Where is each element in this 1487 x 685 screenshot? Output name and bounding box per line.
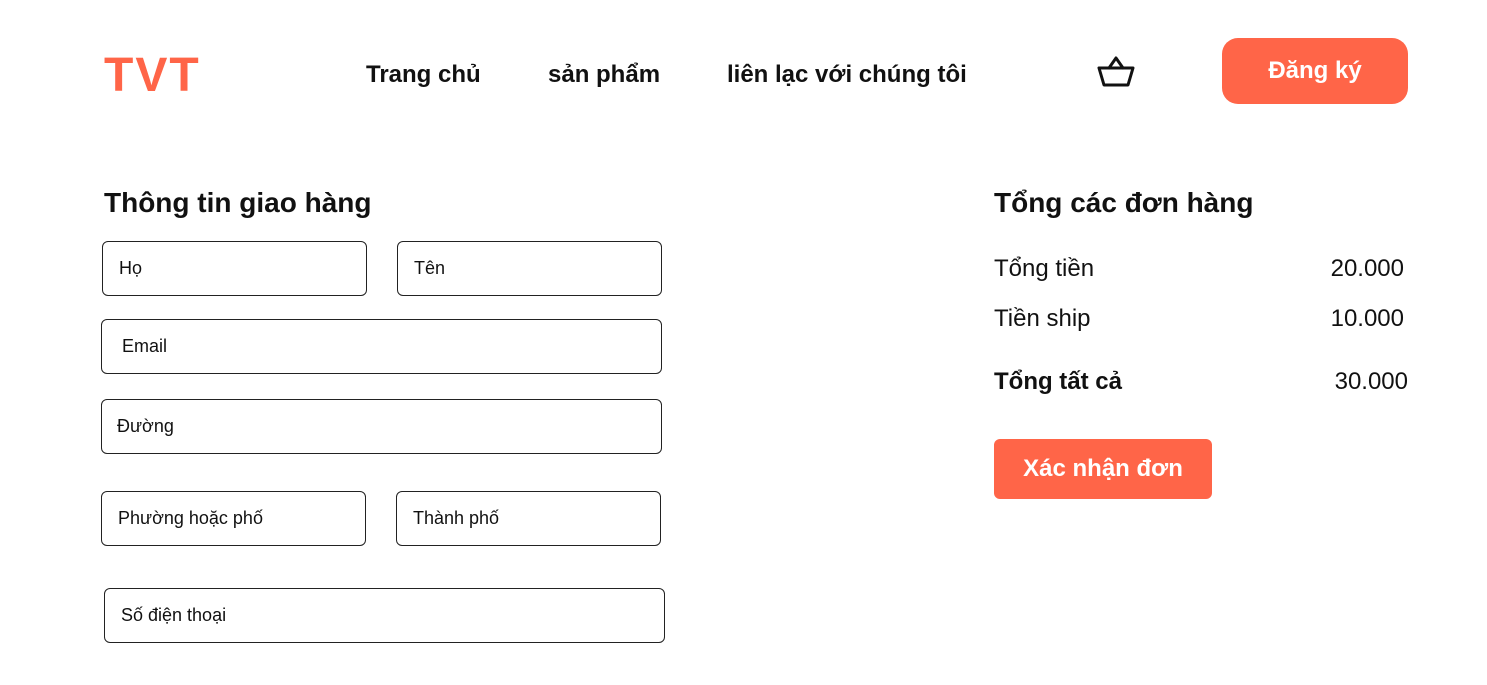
street-field[interactable]: Đường xyxy=(101,399,662,454)
confirm-order-button[interactable]: Xác nhận đơn xyxy=(994,439,1212,499)
nav-link-products[interactable]: sản phẩm xyxy=(548,60,660,90)
total-label: Tổng tất cả xyxy=(994,368,1123,395)
nav-link-home[interactable]: Trang chủ xyxy=(366,60,481,90)
shipping-fee-label: Tiền ship xyxy=(994,305,1091,332)
signup-button[interactable]: Đăng ký xyxy=(1222,38,1408,104)
ward-field[interactable]: Phường hoặc phố xyxy=(101,491,366,546)
city-field[interactable]: Thành phố xyxy=(396,491,661,546)
subtotal-value: 20.000 xyxy=(1330,255,1404,282)
last-name-field[interactable]: Họ xyxy=(102,241,367,296)
subtotal-label: Tổng tiền xyxy=(994,255,1095,282)
first-name-field[interactable]: Tên xyxy=(397,241,662,296)
basket-icon[interactable] xyxy=(1096,54,1136,90)
logo[interactable]: TVT xyxy=(104,50,201,102)
shipping-title: Thông tin giao hàng xyxy=(104,187,372,218)
total-value: 30.000 xyxy=(1334,368,1408,395)
shipping-fee-value: 10.000 xyxy=(1330,305,1404,332)
email-field[interactable]: Email xyxy=(101,319,662,374)
phone-field[interactable]: Số điện thoại xyxy=(104,588,665,643)
summary-title: Tổng các đơn hàng xyxy=(994,187,1254,218)
nav-link-contact[interactable]: liên lạc với chúng tôi xyxy=(727,60,967,90)
